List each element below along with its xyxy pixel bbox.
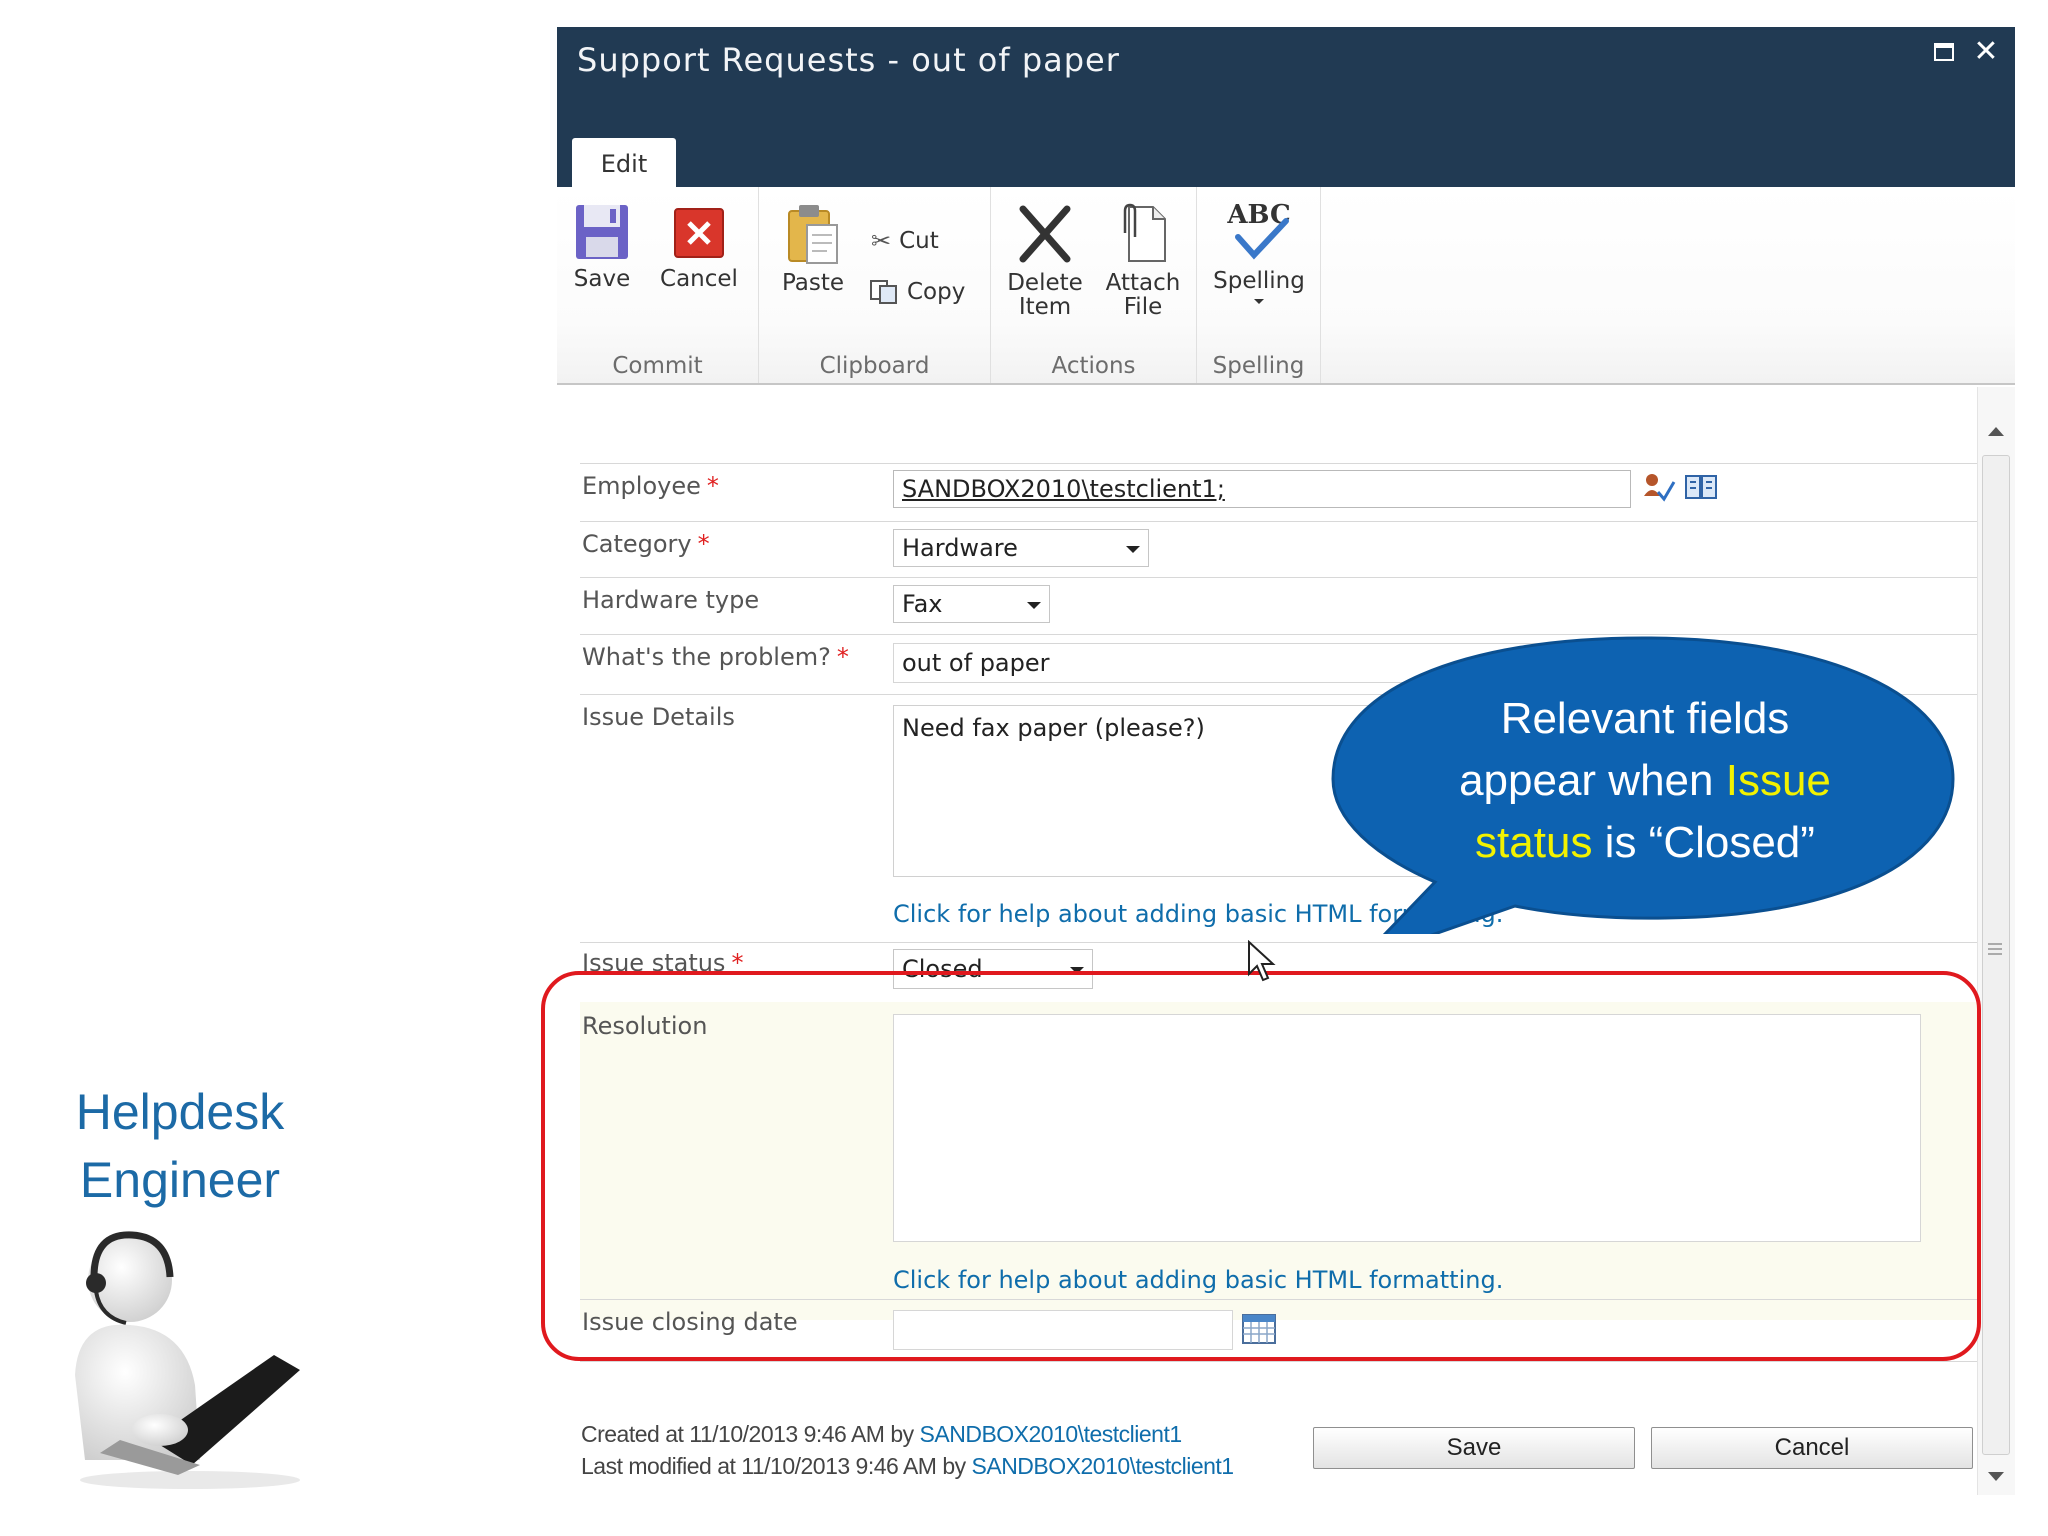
callout-line1: Relevant fields bbox=[1500, 694, 1790, 743]
ribbon-group-actions: Delete Item Attach File Actions bbox=[991, 187, 1197, 383]
spelling-button[interactable]: ABC Spelling bbox=[1205, 197, 1313, 304]
delete-label-line1: Delete bbox=[1007, 270, 1083, 296]
callout-line3: status is “Closed” bbox=[1475, 818, 1815, 867]
employee-label: Employee * bbox=[582, 472, 719, 500]
delete-x-icon bbox=[1019, 205, 1071, 263]
modified-by-link[interactable]: SANDBOX2010\testclient1 bbox=[972, 1453, 1235, 1479]
required-marker: * bbox=[836, 643, 849, 671]
modified-info: Last modified at 11/10/2013 9:46 AM by S… bbox=[581, 1450, 1234, 1482]
callout-line2: appear when Issue bbox=[1459, 756, 1831, 805]
delete-item-button[interactable]: Delete Item bbox=[999, 203, 1091, 319]
persona-title-line2: Engineer bbox=[79, 1152, 281, 1208]
delete-label-line2: Item bbox=[1018, 294, 1072, 320]
close-icon[interactable]: ✕ bbox=[1971, 37, 2001, 67]
created-info: Created at 11/10/2013 9:46 AM by SANDBOX… bbox=[581, 1418, 1182, 1450]
hardware-type-value: Fax bbox=[902, 590, 943, 618]
check-names-icon[interactable] bbox=[1642, 472, 1676, 502]
hardware-type-label: Hardware type bbox=[582, 586, 760, 614]
clipboard-paste-icon bbox=[788, 205, 838, 264]
required-marker: * bbox=[706, 472, 719, 500]
browse-address-book-icon[interactable] bbox=[1684, 472, 1718, 500]
maximize-icon[interactable] bbox=[1929, 37, 1959, 67]
chevron-down-icon bbox=[1027, 602, 1041, 609]
highlight-frame bbox=[541, 971, 1981, 1361]
modified-text: Last modified at 11/10/2013 9:46 AM by bbox=[581, 1453, 966, 1479]
copy-button[interactable]: Copy bbox=[869, 279, 965, 305]
category-value: Hardware bbox=[902, 534, 1018, 562]
ribbon-group-spelling: ABC Spelling Spelling bbox=[1197, 187, 1321, 383]
dialog-title: Support Requests - out of paper bbox=[577, 41, 1120, 79]
paste-label: Paste bbox=[781, 270, 845, 296]
ribbon-group-clipboard: Paste ✂ Cut Copy Clipboard bbox=[759, 187, 991, 383]
row-category: Category * Hardware bbox=[580, 521, 1977, 577]
category-select[interactable]: Hardware bbox=[893, 529, 1149, 567]
cancel-button[interactable]: Cancel bbox=[657, 203, 741, 291]
hardware-type-select[interactable]: Fax bbox=[893, 585, 1050, 623]
save-button[interactable]: Save bbox=[567, 203, 637, 291]
persona-title-line1: Helpdesk bbox=[75, 1084, 285, 1140]
footer-cancel-button[interactable]: Cancel bbox=[1651, 1427, 1973, 1469]
tab-edit[interactable]: Edit bbox=[572, 138, 676, 190]
floppy-disk-icon bbox=[576, 205, 628, 259]
copy-icon bbox=[870, 280, 897, 304]
group-label-clipboard: Clipboard bbox=[819, 353, 930, 379]
problem-label: What's the problem? * bbox=[582, 643, 849, 671]
attach-label-line1: Attach bbox=[1105, 270, 1181, 296]
scissors-icon: ✂ bbox=[871, 227, 892, 255]
callout-highlight-status: status bbox=[1475, 818, 1593, 867]
group-label-commit: Commit bbox=[612, 353, 703, 379]
created-by-link[interactable]: SANDBOX2010\testclient1 bbox=[920, 1421, 1183, 1447]
spelling-dropdown-icon[interactable] bbox=[1254, 299, 1264, 304]
scroll-up-arrow-icon[interactable] bbox=[1988, 427, 2004, 436]
issue-details-label: Issue Details bbox=[582, 703, 735, 731]
ribbon-group-commit: Save Cancel Commit bbox=[557, 187, 759, 383]
helpdesk-engineer-illustration bbox=[75, 1231, 300, 1489]
category-label: Category * bbox=[582, 530, 710, 558]
persona-title: Helpdesk Engineer bbox=[40, 1078, 320, 1214]
callout-highlight-issue: Issue bbox=[1725, 756, 1831, 805]
cancel-icon bbox=[674, 208, 724, 258]
attach-file-button[interactable]: Attach File bbox=[1099, 203, 1187, 319]
callout-text: Relevant fields appear when Issue status… bbox=[1395, 688, 1895, 874]
employee-people-picker[interactable]: SANDBOX2010\testclient1; bbox=[893, 470, 1631, 508]
dialog-titlebar: Support Requests - out of paper ✕ Edit bbox=[557, 27, 2015, 190]
spelling-label: Spelling bbox=[1213, 268, 1305, 294]
required-marker: * bbox=[697, 530, 710, 558]
chevron-down-icon bbox=[1126, 546, 1140, 553]
group-label-actions: Actions bbox=[1051, 353, 1136, 379]
footer-save-button[interactable]: Save bbox=[1313, 1427, 1635, 1469]
group-label-spelling: Spelling bbox=[1212, 353, 1305, 379]
row-employee: Employee * SANDBOX2010\testclient1; bbox=[580, 463, 1977, 521]
copy-label: Copy bbox=[907, 279, 966, 305]
cancel-label: Cancel bbox=[660, 266, 738, 292]
scroll-grip-icon: ― ― ― bbox=[1988, 936, 2002, 962]
mouse-cursor-icon bbox=[1248, 940, 1276, 982]
spelling-check-icon: ABC bbox=[1226, 200, 1291, 260]
row-hardware-type: Hardware type Fax bbox=[580, 577, 1977, 634]
vertical-scrollbar[interactable]: ― ― ― bbox=[1977, 387, 2015, 1495]
paperclip-file-icon bbox=[1123, 203, 1166, 262]
form-bottom-divider bbox=[580, 1361, 1977, 1362]
attach-label-line2: File bbox=[1123, 294, 1163, 320]
ribbon: Save Cancel Commit Paste ✂ Cut Copy Clip… bbox=[557, 187, 2015, 385]
created-text: Created at 11/10/2013 9:46 AM by bbox=[581, 1421, 914, 1447]
paste-button[interactable]: Paste bbox=[773, 203, 853, 295]
save-label: Save bbox=[573, 266, 631, 292]
scroll-down-arrow-icon[interactable] bbox=[1988, 1472, 2004, 1481]
cut-button[interactable]: ✂ Cut bbox=[871, 227, 939, 255]
cut-label: Cut bbox=[899, 228, 939, 254]
